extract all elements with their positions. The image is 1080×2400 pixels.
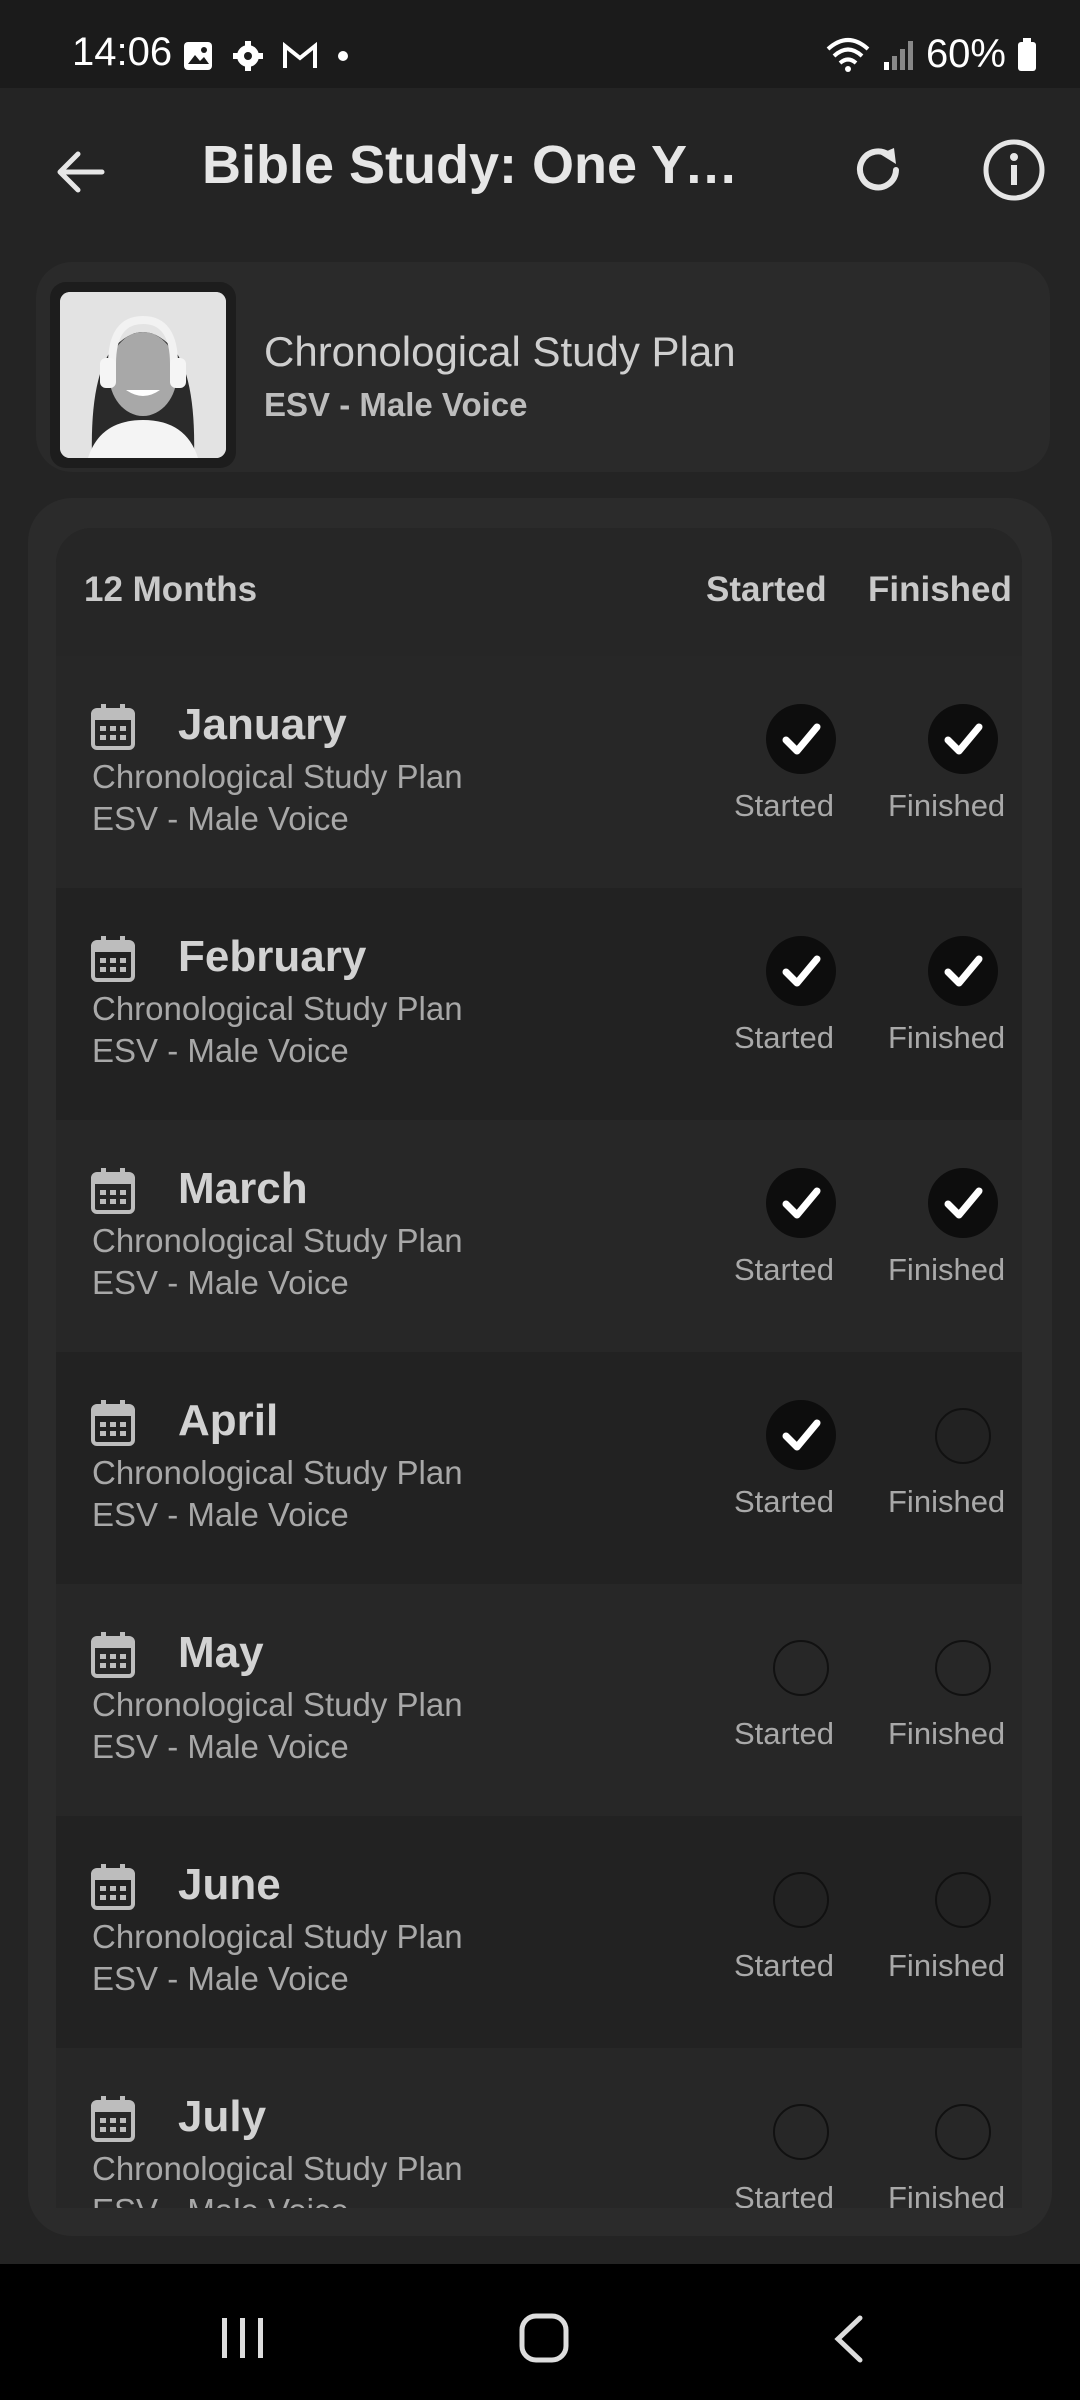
month-voice: ESV - Male Voice bbox=[92, 1032, 349, 1069]
month-voice: ESV - Male Voice bbox=[92, 2192, 349, 2208]
calendar-icon bbox=[90, 1862, 136, 1912]
months-container: 12 Months Started Finished January Chrono… bbox=[28, 498, 1052, 2236]
finished-label: Finished bbox=[888, 2180, 1006, 2208]
month-voice: ESV - Male Voice bbox=[92, 1960, 349, 1997]
started-label: Started bbox=[734, 1484, 834, 1519]
started-checkbox[interactable] bbox=[773, 2104, 829, 2160]
month-plan-name: Chronological Study Plan bbox=[92, 2150, 463, 2187]
started-checkbox[interactable] bbox=[773, 1640, 829, 1696]
calendar-icon bbox=[90, 2094, 136, 2144]
plan-header-card: Chronological Study Plan ESV - Male Voic… bbox=[36, 262, 1050, 472]
month-name: January bbox=[178, 700, 347, 749]
month-name: February bbox=[178, 932, 367, 981]
month-plan-name: Chronological Study Plan bbox=[92, 1222, 463, 1259]
month-voice: ESV - Male Voice bbox=[92, 800, 349, 837]
started-label: Started bbox=[734, 1948, 834, 1983]
finished-checkbox[interactable] bbox=[935, 1872, 991, 1928]
home-icon[interactable] bbox=[518, 2312, 570, 2364]
info-icon[interactable] bbox=[980, 136, 1048, 204]
month-voice: ESV - Male Voice bbox=[92, 1264, 349, 1301]
started-label: Started bbox=[734, 1252, 834, 1287]
system-status-icons: 60% bbox=[824, 32, 1038, 77]
month-name: March bbox=[178, 1164, 308, 1213]
finished-checkbox[interactable] bbox=[935, 2104, 991, 2160]
gmail-icon bbox=[283, 42, 317, 68]
finished-checkbox[interactable] bbox=[928, 1168, 998, 1238]
settings-gear-icon bbox=[233, 41, 263, 71]
finished-checkbox[interactable] bbox=[928, 704, 998, 774]
nav-back-icon[interactable] bbox=[830, 2314, 866, 2364]
month-name: June bbox=[178, 1860, 281, 1909]
started-column-header: Started bbox=[706, 570, 827, 609]
months-list[interactable]: 12 Months Started Finished January Chrono… bbox=[56, 528, 1022, 2208]
calendar-icon bbox=[90, 1630, 136, 1680]
started-label: Started bbox=[734, 1020, 834, 1055]
month-plan-name: Chronological Study Plan bbox=[92, 1918, 463, 1955]
plan-subtitle: ESV - Male Voice bbox=[264, 386, 528, 423]
month-name: May bbox=[178, 1628, 264, 1677]
month-row-january[interactable]: January Chronological Study Plan ESV - Mal… bbox=[56, 656, 1022, 888]
month-voice: ESV - Male Voice bbox=[92, 1728, 349, 1765]
finished-label: Finished bbox=[888, 1020, 1006, 1055]
finished-label: Finished bbox=[888, 1948, 1006, 1983]
finished-label: Finished bbox=[888, 1252, 1006, 1287]
notification-icons bbox=[182, 40, 350, 72]
month-plan-name: Chronological Study Plan bbox=[92, 1454, 463, 1491]
finished-label: Finished bbox=[888, 1484, 1006, 1519]
battery-icon bbox=[1018, 37, 1036, 71]
month-voice: ESV - Male Voice bbox=[92, 1496, 349, 1533]
status-time: 14:06 bbox=[72, 30, 173, 74]
started-checkbox[interactable] bbox=[773, 1872, 829, 1928]
started-checkbox[interactable] bbox=[766, 1400, 836, 1470]
calendar-icon bbox=[90, 934, 136, 984]
app-bar: Bible Study: One Yea... bbox=[0, 88, 1080, 248]
wifi-icon bbox=[826, 37, 870, 72]
calendar-icon bbox=[90, 1398, 136, 1448]
list-header: 12 Months Started Finished bbox=[56, 528, 1022, 656]
months-count-label: 12 Months bbox=[84, 570, 258, 609]
back-arrow-icon[interactable] bbox=[48, 140, 112, 204]
month-plan-name: Chronological Study Plan bbox=[92, 758, 463, 795]
finished-checkbox[interactable] bbox=[935, 1640, 991, 1696]
started-checkbox[interactable] bbox=[766, 704, 836, 774]
person-headphones-image bbox=[60, 292, 226, 458]
page-title: Bible Study: One Yea... bbox=[202, 135, 762, 195]
status-bar: 14:06 60% bbox=[0, 0, 1080, 88]
month-name: July bbox=[178, 2092, 267, 2141]
calendar-icon bbox=[90, 702, 136, 752]
month-plan-name: Chronological Study Plan bbox=[92, 990, 463, 1027]
dot-icon bbox=[338, 51, 348, 61]
plan-thumbnail bbox=[60, 292, 226, 458]
month-row-may[interactable]: May Chronological Study Plan ESV - Male Vo… bbox=[56, 1584, 1022, 1816]
month-row-june[interactable]: June Chronological Study Plan ESV - Male V… bbox=[56, 1816, 1022, 2048]
started-label: Started bbox=[734, 1716, 834, 1751]
finished-column-header: Finished bbox=[868, 570, 1012, 609]
plan-title: Chronological Study Plan bbox=[264, 328, 736, 375]
month-row-april[interactable]: April Chronological Study Plan ESV - Male … bbox=[56, 1352, 1022, 1584]
calendar-icon bbox=[90, 1166, 136, 1216]
started-label: Started bbox=[734, 2180, 834, 2208]
month-row-february[interactable]: February Chronological Study Plan ESV - Ma… bbox=[56, 888, 1022, 1120]
started-checkbox[interactable] bbox=[766, 1168, 836, 1238]
plan-thumbnail-frame bbox=[50, 282, 236, 468]
month-name: April bbox=[178, 1396, 279, 1445]
started-label: Started bbox=[734, 788, 834, 823]
month-row-july[interactable]: July Chronological Study Plan ESV - Male V… bbox=[56, 2048, 1022, 2208]
signal-icon bbox=[883, 40, 913, 70]
refresh-icon[interactable] bbox=[846, 138, 910, 202]
finished-checkbox[interactable] bbox=[935, 1408, 991, 1464]
system-nav-bar bbox=[0, 2264, 1080, 2400]
recent-apps-icon[interactable] bbox=[218, 2316, 268, 2360]
finished-checkbox[interactable] bbox=[928, 936, 998, 1006]
finished-label: Finished bbox=[888, 788, 1006, 823]
month-plan-name: Chronological Study Plan bbox=[92, 1686, 463, 1723]
image-icon bbox=[184, 42, 212, 70]
battery-percent: 60% bbox=[925, 32, 1006, 76]
started-checkbox[interactable] bbox=[766, 936, 836, 1006]
finished-label: Finished bbox=[888, 1716, 1006, 1751]
month-row-march[interactable]: March Chronological Study Plan ESV - Male … bbox=[56, 1120, 1022, 1352]
